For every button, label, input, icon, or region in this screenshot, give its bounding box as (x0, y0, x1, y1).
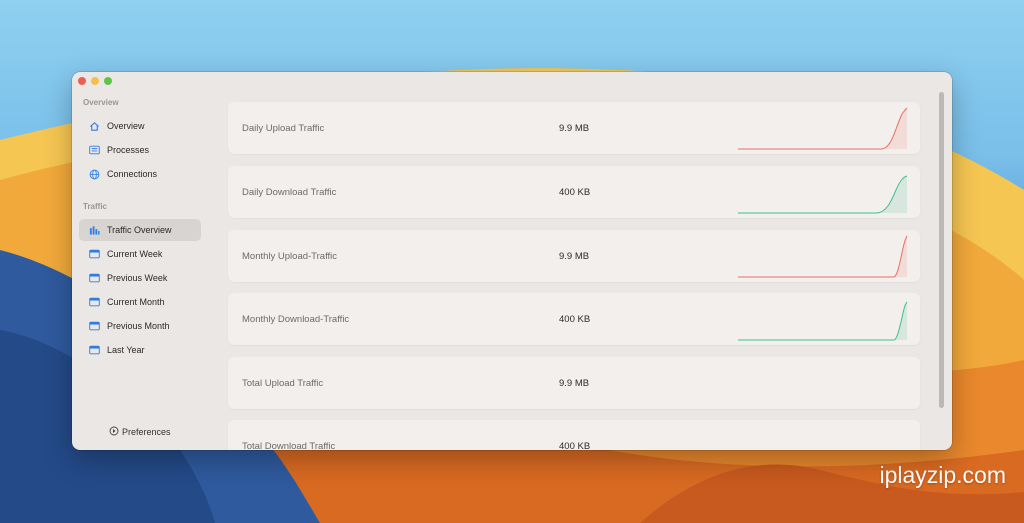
card-label: Daily Download Traffic (242, 187, 337, 198)
globe-icon (88, 168, 100, 180)
upload-sparkline (738, 235, 908, 278)
list-icon (88, 144, 100, 156)
sidebar-item-current-month[interactable]: Current Month (79, 291, 201, 313)
sidebar-item-label: Previous Month (107, 321, 170, 331)
calendar-icon (88, 320, 100, 332)
sidebar-item-connections[interactable]: Connections (79, 163, 201, 185)
sidebar-item-current-week[interactable]: Current Week (79, 243, 201, 265)
card-value: 9.9 MB (559, 123, 590, 134)
download-sparkline (738, 301, 908, 341)
card-value: 9.9 MB (559, 378, 590, 389)
sidebar-item-previous-month[interactable]: Previous Month (79, 315, 201, 337)
traffic-overview-list: Daily Upload Traffic 9.9 MB Daily Downlo… (228, 72, 928, 450)
sidebar: Overview Overview Processes Connections … (72, 72, 212, 450)
traffic-card-monthly-upload: Monthly Upload-Traffic 9.9 MB (228, 230, 920, 282)
sidebar-item-overview[interactable]: Overview (79, 115, 201, 137)
traffic-card-daily-download: Daily Download Traffic 400 KB (228, 166, 920, 218)
sidebar-item-label: Current Month (107, 297, 165, 307)
card-label: Monthly Download-Traffic (242, 314, 350, 325)
preferences-label: Preferences (122, 427, 171, 437)
vertical-scrollbar[interactable] (939, 92, 944, 408)
sidebar-item-last-year[interactable]: Last Year (79, 339, 201, 361)
sidebar-section-traffic: Traffic (83, 202, 108, 211)
traffic-card-total-upload: Total Upload Traffic 9.9 MB (228, 357, 920, 409)
sidebar-item-label: Processes (107, 145, 150, 155)
sidebar-section-overview: Overview (83, 98, 119, 107)
preferences-button[interactable]: Preferences (109, 426, 171, 438)
traffic-card-total-download: Total Download Traffic 400 KB (228, 420, 920, 450)
card-value: 400 KB (559, 314, 591, 325)
card-label: Monthly Upload-Traffic (242, 251, 338, 262)
card-label: Total Download Traffic (242, 441, 336, 450)
bar-chart-icon (88, 224, 100, 236)
sidebar-item-label: Last Year (107, 345, 145, 355)
card-value: 9.9 MB (559, 251, 590, 262)
house-icon (88, 120, 100, 132)
sidebar-item-label: Traffic Overview (107, 225, 172, 235)
card-value: 400 KB (559, 187, 591, 198)
traffic-card-monthly-download: Monthly Download-Traffic 400 KB (228, 293, 920, 345)
sidebar-item-label: Previous Week (107, 273, 168, 283)
preferences-icon (109, 426, 119, 438)
sidebar-item-label: Current Week (107, 249, 163, 259)
sidebar-item-processes[interactable]: Processes (79, 139, 201, 161)
card-value: 400 KB (559, 441, 591, 450)
calendar-icon (88, 248, 100, 260)
sidebar-item-previous-week[interactable]: Previous Week (79, 267, 201, 289)
sidebar-item-label: Connections (107, 169, 158, 179)
traffic-card-daily-upload: Daily Upload Traffic 9.9 MB (228, 102, 920, 154)
download-sparkline (738, 175, 908, 214)
app-window: Overview Overview Processes Connections … (72, 72, 952, 450)
sidebar-item-label: Overview (107, 121, 145, 131)
sidebar-item-traffic-overview[interactable]: Traffic Overview (79, 219, 201, 241)
calendar-icon (88, 272, 100, 284)
calendar-icon (88, 296, 100, 308)
calendar-icon (88, 344, 100, 356)
card-label: Total Upload Traffic (242, 378, 324, 389)
watermark-text: iplayzip.com (879, 462, 1006, 488)
upload-sparkline (738, 107, 908, 150)
card-label: Daily Upload Traffic (242, 123, 325, 134)
